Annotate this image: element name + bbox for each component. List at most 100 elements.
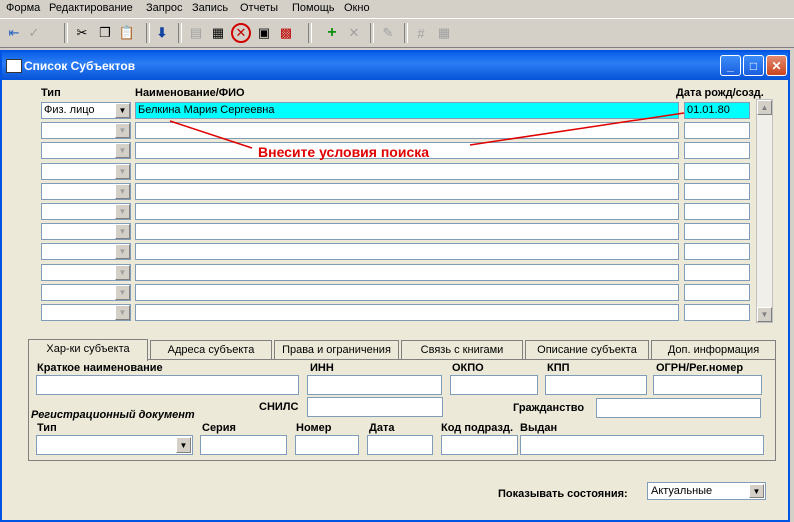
dept-code-field[interactable] — [441, 435, 518, 455]
series-label: Серия — [202, 422, 236, 434]
chevron-down-icon[interactable]: ▼ — [115, 265, 130, 280]
menu-help[interactable]: Помощь — [292, 2, 335, 14]
query-execute-icon[interactable]: ▦ — [208, 23, 228, 43]
type-select[interactable]: ▼ — [41, 223, 131, 240]
type-select[interactable]: ▼ — [41, 122, 131, 139]
exit-icon[interactable]: ⇤ — [4, 23, 24, 43]
chevron-down-icon[interactable]: ▼ — [115, 143, 130, 158]
maximize-button[interactable]: □ — [743, 55, 764, 76]
inn-field[interactable] — [307, 375, 442, 395]
snils-field[interactable] — [307, 397, 443, 417]
tab-addresses[interactable]: Адреса субъекта — [150, 340, 272, 360]
name-field[interactable] — [135, 163, 679, 180]
menu-record[interactable]: Запись — [192, 2, 228, 14]
paste-icon[interactable]: 📋 — [117, 23, 137, 43]
menu-reports[interactable]: Отчеты — [240, 2, 278, 14]
date-field[interactable] — [684, 142, 750, 159]
header-type: Тип — [41, 87, 61, 99]
type-select[interactable]: ▼ — [41, 203, 131, 220]
type-select[interactable]: ▼ — [41, 142, 131, 159]
date-field[interactable]: 01.01.80 — [684, 102, 750, 119]
hash-icon[interactable]: # — [411, 23, 431, 43]
tab-description[interactable]: Описание субъекта — [525, 340, 649, 360]
date-field[interactable] — [684, 223, 750, 240]
header-date: Дата рожд/созд. — [676, 87, 764, 99]
ogrn-field[interactable] — [653, 375, 762, 395]
cut-icon[interactable]: ✂ — [72, 23, 92, 43]
query-count-icon[interactable]: ▣ — [254, 23, 274, 43]
series-field[interactable] — [200, 435, 287, 455]
date-field[interactable] — [684, 264, 750, 281]
chevron-down-icon[interactable]: ▼ — [115, 103, 130, 118]
chevron-down-icon[interactable]: ▼ — [115, 204, 130, 219]
name-field[interactable] — [135, 203, 679, 220]
chevron-down-icon[interactable]: ▼ — [176, 437, 191, 453]
date-field[interactable] — [684, 183, 750, 200]
date-field[interactable] — [684, 163, 750, 180]
tab-rights[interactable]: Права и ограничения — [274, 340, 399, 360]
states-select[interactable]: Актуальные ▼ — [647, 482, 766, 500]
edit-icon[interactable]: ✎ — [378, 23, 398, 43]
menu-query[interactable]: Запрос — [146, 2, 182, 14]
citizenship-field[interactable] — [596, 398, 761, 418]
chevron-down-icon[interactable]: ▼ — [115, 164, 130, 179]
chevron-down-icon[interactable]: ▼ — [115, 244, 130, 259]
chevron-down-icon[interactable]: ▼ — [115, 123, 130, 138]
name-field[interactable] — [135, 122, 679, 139]
toolbar-separator — [178, 23, 182, 43]
chevron-down-icon[interactable]: ▼ — [115, 305, 130, 320]
copy-icon[interactable]: ❐ — [95, 23, 115, 43]
type-select[interactable]: ▼ — [41, 243, 131, 260]
date-field[interactable] — [684, 122, 750, 139]
type-select[interactable]: Физ. лицо ▼ — [41, 102, 131, 119]
number-field[interactable] — [295, 435, 359, 455]
chevron-down-icon[interactable]: ▼ — [115, 184, 130, 199]
name-field[interactable] — [135, 264, 679, 281]
clear-icon[interactable]: ▩ — [276, 23, 296, 43]
kpp-field[interactable] — [545, 375, 647, 395]
tab-books[interactable]: Связь с книгами — [401, 340, 523, 360]
name-field[interactable] — [135, 183, 679, 200]
delete-record-icon[interactable]: ✕ — [344, 23, 364, 43]
issued-field[interactable] — [520, 435, 764, 455]
header-name: Наименование/ФИО — [135, 87, 245, 99]
chevron-down-icon[interactable]: ▼ — [115, 285, 130, 300]
tab-characteristics[interactable]: Хар-ки субъекта — [28, 339, 148, 361]
close-button[interactable]: ✕ — [766, 55, 787, 76]
date-field[interactable] — [684, 304, 750, 321]
type-select[interactable]: ▼ — [41, 264, 131, 281]
accept-icon[interactable]: ✓ — [24, 23, 44, 43]
type-select[interactable]: ▼ — [41, 183, 131, 200]
type-select[interactable]: ▼ — [41, 163, 131, 180]
date-field[interactable] — [367, 435, 433, 455]
menu-window[interactable]: Окно — [344, 2, 370, 14]
name-field[interactable] — [135, 223, 679, 240]
scroll-up-icon[interactable]: ▲ — [757, 100, 772, 115]
chevron-down-icon[interactable]: ▼ — [749, 484, 764, 498]
menu-forma[interactable]: Форма — [6, 2, 40, 14]
query-cancel-icon[interactable]: ✕ — [231, 23, 251, 43]
grid-icon[interactable]: ▦ — [434, 23, 454, 43]
chevron-down-icon[interactable]: ▼ — [115, 224, 130, 239]
minimize-button[interactable]: _ — [720, 55, 741, 76]
date-field[interactable] — [684, 203, 750, 220]
type-select[interactable]: ▼ — [41, 284, 131, 301]
okpo-field[interactable] — [450, 375, 538, 395]
grid-scrollbar[interactable]: ▲ ▼ — [756, 99, 773, 323]
menu-edit[interactable]: Редактирование — [49, 2, 133, 14]
save-icon[interactable]: ⬇ — [152, 23, 172, 43]
tab-extra-info[interactable]: Доп. информация — [651, 340, 776, 360]
scroll-down-icon[interactable]: ▼ — [757, 307, 772, 322]
type-select[interactable]: ▼ — [41, 304, 131, 321]
insert-record-icon[interactable]: + — [322, 23, 342, 43]
short-name-field[interactable] — [36, 375, 299, 395]
name-field[interactable] — [135, 304, 679, 321]
date-field[interactable] — [684, 243, 750, 260]
name-field[interactable] — [135, 284, 679, 301]
name-field[interactable] — [135, 243, 679, 260]
date-field[interactable] — [684, 284, 750, 301]
kpp-label: КПП — [547, 362, 570, 374]
doc-type-select[interactable]: ▼ — [36, 435, 193, 455]
name-field[interactable]: Белкина Мария Сергеевна — [135, 102, 679, 119]
query-enter-icon[interactable]: ▤ — [186, 23, 206, 43]
